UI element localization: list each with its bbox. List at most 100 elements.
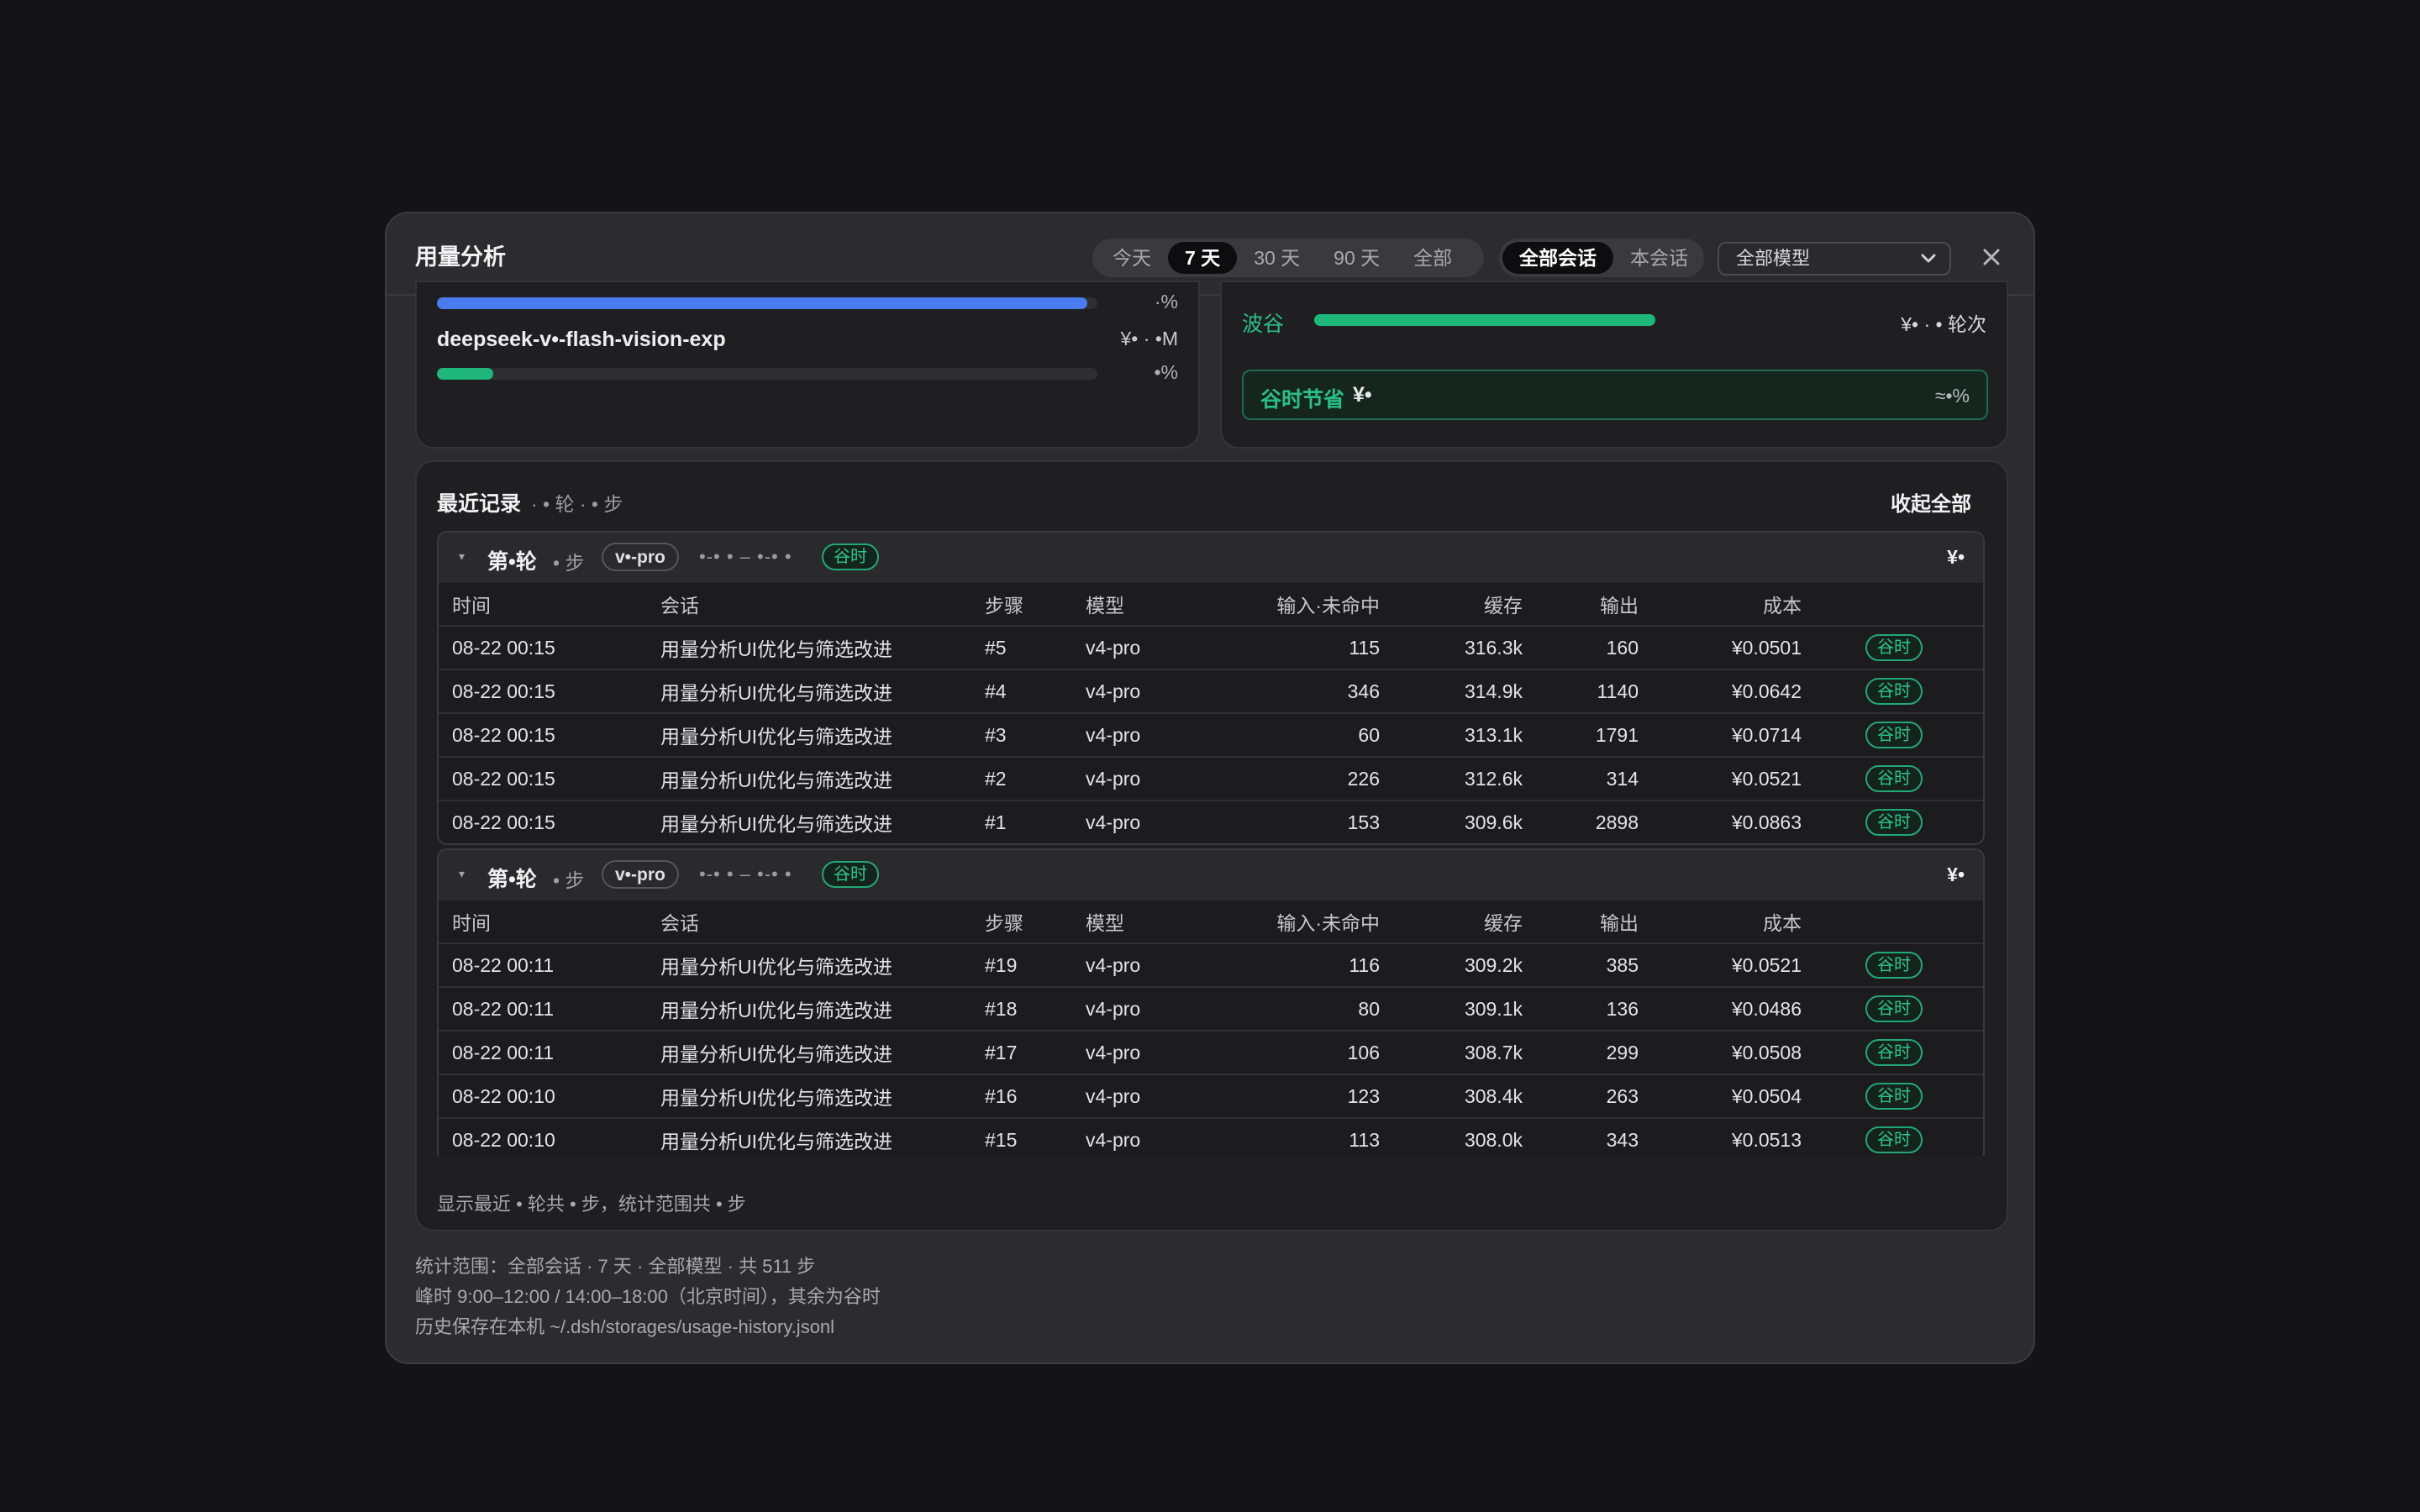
cell-period-tag: 谷时 [1802, 1030, 1983, 1074]
range-option-today[interactable]: 今天 [1096, 242, 1168, 274]
cell-cache: 309.1k [1380, 986, 1523, 1031]
period-tag: 谷时 [1865, 1039, 1923, 1066]
round-header[interactable]: ▾ 第•轮 • 步 v•-pro •-• • – •-• • 谷时 ¥• [439, 850, 1983, 900]
records-table: 时间 会话 步骤 模型 输入·未命中 缓存 输出 成本 08-22 00:11 用量分析UI优化与… [439, 900, 1983, 1156]
table-row: 08-22 00:11 用量分析UI优化与筛选改进 #18 v4-pro 80 309.1… [439, 986, 1983, 1031]
valley-label: 波谷 [1242, 312, 1285, 336]
cell-model: v4-pro [1086, 712, 1228, 757]
cell-cost: ¥0.0513 [1639, 1117, 1802, 1156]
cell-session: 用量分析UI优化与筛选改进 [660, 712, 985, 757]
dialog-title: 用量分析 [415, 244, 506, 270]
cell-step: #4 [985, 669, 1086, 713]
column-header: 步骤 [985, 900, 1086, 943]
round-period-tag: 谷时 [822, 861, 879, 888]
meta-storage-line: 历史保存在本机 ~/.dsh/storages/usage-history.js… [415, 1316, 835, 1337]
cell-session: 用量分析UI优化与筛选改进 [660, 1074, 985, 1118]
cell-model: v4-pro [1086, 669, 1228, 713]
records-title: 最近记录 [437, 492, 522, 516]
cell-cost: ¥0.0863 [1639, 800, 1802, 843]
cell-cache: 316.3k [1380, 625, 1523, 669]
cell-step: #2 [985, 756, 1086, 801]
cell-cost: ¥0.0521 [1639, 756, 1802, 801]
cell-input-miss: 115 [1228, 625, 1380, 669]
cell-model: v4-pro [1086, 1074, 1228, 1118]
cell-cost: ¥0.0714 [1639, 712, 1802, 757]
cell-model: v4-pro [1086, 800, 1228, 843]
round-title: 第•轮 [487, 550, 537, 574]
cell-input-miss: 153 [1228, 800, 1380, 843]
collapse-triangle-icon[interactable]: ▾ [459, 549, 465, 564]
model-filter-select[interactable]: 全部模型 [1718, 242, 1951, 276]
period-tag: 谷时 [1865, 809, 1923, 836]
cell-session: 用量分析UI优化与筛选改进 [660, 942, 985, 987]
model-name-2: deepseek-v•-flash-vision-exp [437, 328, 726, 351]
cell-input-miss: 80 [1228, 986, 1380, 1031]
cell-session: 用量分析UI优化与筛选改进 [660, 756, 985, 801]
column-header: 成本 [1639, 900, 1802, 943]
period-tag: 谷时 [1865, 765, 1923, 792]
cell-cache: 308.4k [1380, 1074, 1523, 1118]
table-row: 08-22 00:15 用量分析UI优化与筛选改进 #4 v4-pro 346 314.9… [439, 669, 1983, 713]
table-row: 08-22 00:15 用量分析UI优化与筛选改进 #3 v4-pro 60 313.1k… [439, 712, 1983, 757]
column-header: 模型 [1086, 583, 1228, 626]
period-tag: 谷时 [1865, 678, 1923, 705]
cell-model: v4-pro [1086, 942, 1228, 987]
cell-output: 1791 [1523, 712, 1639, 757]
cell-period-tag: 谷时 [1802, 669, 1983, 713]
range-option-7d[interactable]: 7 天 [1168, 242, 1238, 274]
cell-model: v4-pro [1086, 986, 1228, 1031]
column-header: 步骤 [985, 583, 1086, 626]
meta-scope-line: 统计范围：全部会话 · 7 天 · 全部模型 · 共 511 步 [415, 1256, 816, 1277]
collapse-triangle-icon[interactable]: ▾ [459, 867, 465, 881]
scope-option-this-session[interactable]: 本会话 [1613, 242, 1705, 274]
cell-period-tag: 谷时 [1802, 756, 1983, 801]
round-header[interactable]: ▾ 第•轮 • 步 v•-pro •-• • – •-• • 谷时 ¥• [439, 533, 1983, 583]
period-panel: 波谷 ¥• · • 轮次 谷时节省 ¥• ≈•% [1220, 281, 2008, 449]
cell-session: 用量分析UI优化与筛选改进 [660, 1030, 985, 1074]
cell-output: 2898 [1523, 800, 1639, 843]
valley-savings-box: 谷时节省 ¥• ≈•% [1242, 370, 1988, 420]
cell-period-tag: 谷时 [1802, 942, 1983, 987]
period-tag: 谷时 [1865, 952, 1923, 979]
period-tag: 谷时 [1865, 722, 1923, 748]
range-option-90d[interactable]: 90 天 [1317, 242, 1397, 274]
cell-period-tag: 谷时 [1802, 1117, 1983, 1156]
cell-input-miss: 113 [1228, 1117, 1380, 1156]
period-tag: 谷时 [1865, 995, 1923, 1022]
cell-output: 136 [1523, 986, 1639, 1031]
round-title: 第•轮 [487, 868, 537, 891]
cell-session: 用量分析UI优化与筛选改进 [660, 986, 985, 1031]
cell-step: #19 [985, 942, 1086, 987]
model-usage-bar-2 [437, 368, 1097, 380]
cell-step: #3 [985, 712, 1086, 757]
column-header: 输出 [1523, 900, 1639, 943]
scope-option-all-sessions[interactable]: 全部会话 [1502, 242, 1613, 274]
collapse-all-button[interactable]: 收起全部 [1891, 487, 1971, 517]
column-header [1802, 900, 1983, 943]
range-option-30d[interactable]: 30 天 [1237, 242, 1317, 274]
usage-analysis-dialog: 用量分析 今天 7 天 30 天 90 天 全部 全部会话 本会话 全部模型 ·… [385, 212, 2035, 1364]
cell-period-tag: 谷时 [1802, 800, 1983, 843]
cell-model: v4-pro [1086, 756, 1228, 801]
close-icon[interactable] [1975, 240, 2008, 274]
cell-session: 用量分析UI优化与筛选改进 [660, 800, 985, 843]
cell-output: 160 [1523, 625, 1639, 669]
table-row: 08-22 00:11 用量分析UI优化与筛选改进 #19 v4-pro 116 309.… [439, 942, 1983, 987]
cell-period-tag: 谷时 [1802, 986, 1983, 1031]
round-time-span: •-• • – •-• • [699, 864, 792, 885]
table-row: 08-22 00:11 用量分析UI优化与筛选改进 #17 v4-pro 106 308.… [439, 1030, 1983, 1074]
records-footnote: 显示最近 • 轮共 • 步，统计范围共 • 步 [437, 1194, 746, 1215]
cell-period-tag: 谷时 [1802, 712, 1983, 757]
records-scroll-area[interactable]: ▾ 第•轮 • 步 v•-pro •-• • – •-• • 谷时 ¥• 时间 会话 步骤 模型 输入… [437, 531, 1985, 1156]
cell-time: 08-22 00:15 [439, 756, 660, 801]
table-row: 08-22 00:15 用量分析UI优化与筛选改进 #2 v4-pro 226 312.6… [439, 756, 1983, 801]
column-header: 成本 [1639, 583, 1802, 626]
cell-output: 299 [1523, 1030, 1639, 1074]
cell-cache: 313.1k [1380, 712, 1523, 757]
session-scope-segmented-control: 全部会话 本会话 [1499, 239, 1704, 277]
column-header: 输入·未命中 [1228, 900, 1380, 943]
cell-output: 385 [1523, 942, 1639, 987]
cell-session: 用量分析UI优化与筛选改进 [660, 669, 985, 713]
range-option-all[interactable]: 全部 [1397, 242, 1469, 274]
cell-session: 用量分析UI优化与筛选改进 [660, 1117, 985, 1156]
